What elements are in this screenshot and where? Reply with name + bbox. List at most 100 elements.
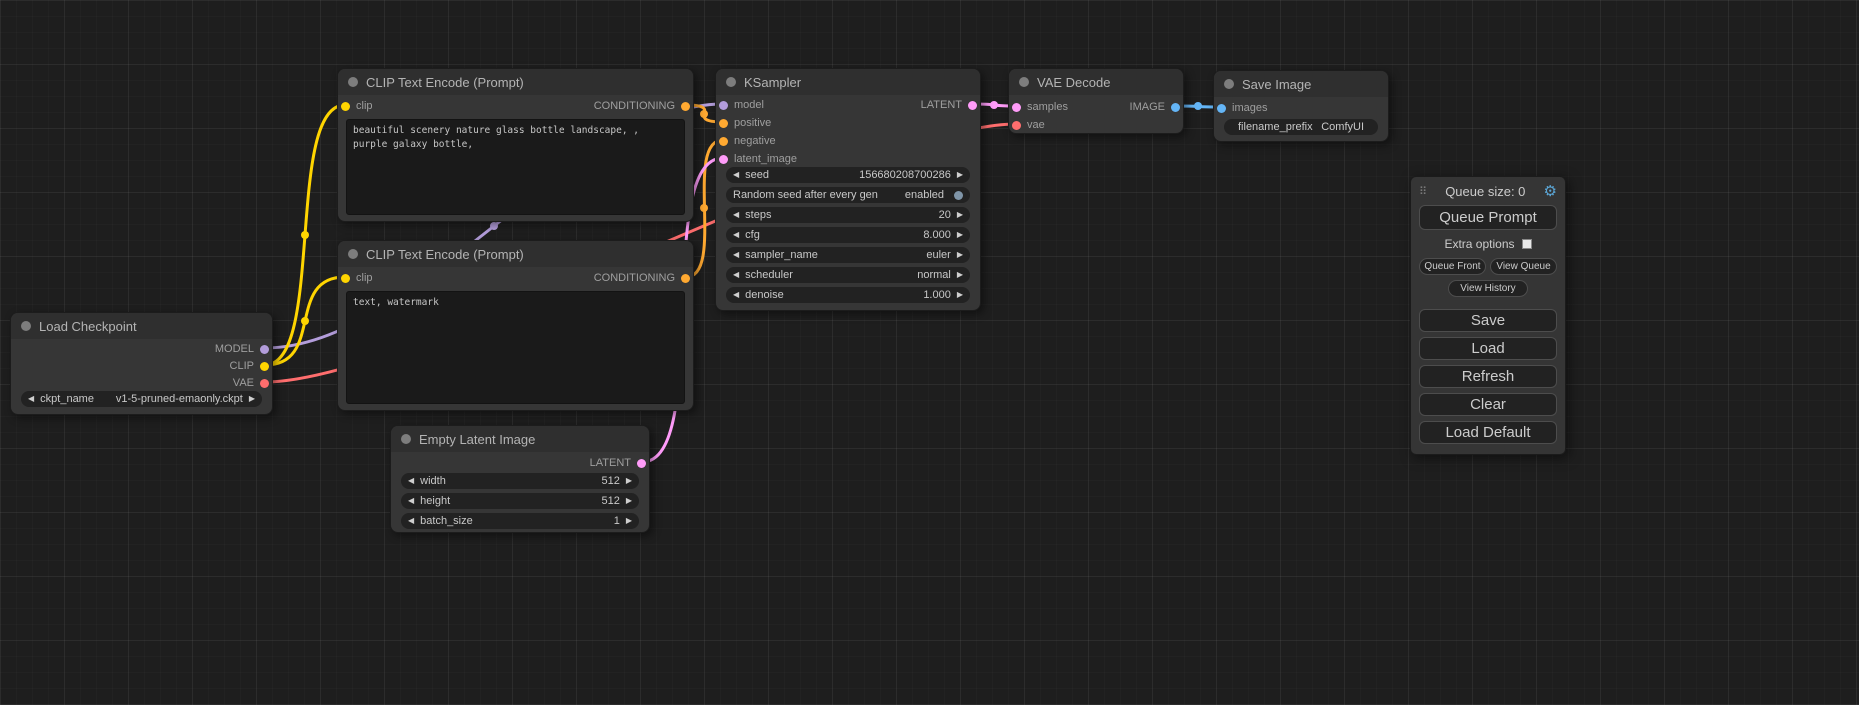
- port-label: MODEL: [215, 343, 254, 355]
- increment-arrow-icon[interactable]: ▶: [957, 231, 963, 239]
- drag-handle-icon[interactable]: ⠿: [1419, 185, 1427, 198]
- conditioning-port-dot-icon[interactable]: [719, 137, 728, 146]
- width-widget[interactable]: ◀ width 512 ▶: [401, 473, 639, 489]
- collapse-dot-icon[interactable]: [1224, 79, 1234, 89]
- model-port-dot-icon[interactable]: [260, 345, 269, 354]
- clip-port-dot-icon[interactable]: [260, 362, 269, 371]
- batch-size-widget[interactable]: ◀ batch_size 1 ▶: [401, 513, 639, 529]
- increment-arrow-icon[interactable]: ▶: [626, 477, 632, 485]
- node-clip-text-encode-positive[interactable]: CLIP Text Encode (Prompt) clip CONDITION…: [337, 68, 694, 222]
- load-default-button[interactable]: Load Default: [1419, 421, 1557, 444]
- next-option-arrow-icon[interactable]: ▶: [957, 251, 963, 259]
- collapse-dot-icon[interactable]: [348, 77, 358, 87]
- node-title: KSampler: [744, 75, 801, 90]
- node-empty-latent-image[interactable]: Empty Latent Image LATENT ◀ width 512 ▶ …: [390, 425, 650, 533]
- widget-label: batch_size: [420, 515, 473, 527]
- conditioning-port-dot-icon[interactable]: [681, 274, 690, 283]
- decrement-arrow-icon[interactable]: ◀: [408, 497, 414, 505]
- view-history-button[interactable]: View History: [1448, 280, 1528, 297]
- scheduler-widget[interactable]: ◀ scheduler normal ▶: [726, 267, 970, 283]
- link-midpoint-dot: [700, 110, 708, 118]
- queue-prompt-button[interactable]: Queue Prompt: [1419, 205, 1557, 230]
- decrement-arrow-icon[interactable]: ◀: [408, 517, 414, 525]
- settings-gear-icon[interactable]: ⚙: [1544, 184, 1557, 199]
- node-title-bar[interactable]: Empty Latent Image: [391, 426, 649, 452]
- save-button[interactable]: Save: [1419, 309, 1557, 332]
- widget-value: 512: [601, 475, 619, 487]
- decrement-arrow-icon[interactable]: ◀: [408, 477, 414, 485]
- node-title-bar[interactable]: Save Image: [1214, 71, 1388, 97]
- collapse-dot-icon[interactable]: [348, 249, 358, 259]
- link-midpoint-dot: [301, 231, 309, 239]
- extra-options-checkbox[interactable]: [1522, 239, 1532, 249]
- conditioning-port-dot-icon[interactable]: [681, 102, 690, 111]
- graph-canvas[interactable]: { "icons": { "arrow_left": "◀", "arrow_r…: [0, 0, 1859, 705]
- collapse-dot-icon[interactable]: [726, 77, 736, 87]
- node-clip-text-encode-negative[interactable]: CLIP Text Encode (Prompt) clip CONDITION…: [337, 240, 694, 411]
- filename-prefix-widget[interactable]: filename_prefix ComfyUI: [1224, 119, 1378, 135]
- widget-label: steps: [745, 209, 771, 221]
- latent-port-dot-icon[interactable]: [968, 101, 977, 110]
- node-title-bar[interactable]: CLIP Text Encode (Prompt): [338, 241, 693, 267]
- node-load-checkpoint[interactable]: Load Checkpoint MODEL CLIP VAE ◀ ckpt_na…: [10, 312, 273, 415]
- node-ksampler[interactable]: KSampler model LATENT positive negative …: [715, 68, 981, 311]
- cfg-widget[interactable]: ◀ cfg 8.000 ▶: [726, 227, 970, 243]
- next-option-arrow-icon[interactable]: ▶: [957, 271, 963, 279]
- increment-arrow-icon[interactable]: ▶: [626, 497, 632, 505]
- latent-port-dot-icon[interactable]: [637, 459, 646, 468]
- node-save-image[interactable]: Save Image images filename_prefix ComfyU…: [1213, 70, 1389, 142]
- positive-prompt-textarea[interactable]: beautiful scenery nature glass bottle la…: [346, 119, 685, 215]
- widget-value: ComfyUI: [1321, 121, 1364, 133]
- vae-port-dot-icon[interactable]: [1012, 121, 1021, 130]
- collapse-dot-icon[interactable]: [401, 434, 411, 444]
- model-port-dot-icon[interactable]: [719, 101, 728, 110]
- latent-port-dot-icon[interactable]: [1012, 103, 1021, 112]
- decrement-arrow-icon[interactable]: ◀: [733, 211, 739, 219]
- node-vae-decode[interactable]: VAE Decode samples IMAGE vae: [1008, 68, 1184, 134]
- image-port-dot-icon[interactable]: [1171, 103, 1180, 112]
- port-label: LATENT: [590, 457, 631, 469]
- toggle-dot-icon[interactable]: [954, 191, 963, 200]
- seed-widget[interactable]: ◀ seed 156680208700286 ▶: [726, 167, 970, 183]
- node-title: Save Image: [1242, 77, 1311, 92]
- prev-option-arrow-icon[interactable]: ◀: [28, 395, 34, 403]
- negative-prompt-textarea[interactable]: text, watermark: [346, 291, 685, 404]
- node-title-bar[interactable]: KSampler: [716, 69, 980, 95]
- next-option-arrow-icon[interactable]: ▶: [249, 395, 255, 403]
- decrement-arrow-icon[interactable]: ◀: [733, 231, 739, 239]
- random-seed-toggle-widget[interactable]: Random seed after every gen enabled: [726, 187, 970, 203]
- port-latent-image-input: latent_image: [719, 152, 797, 166]
- vae-port-dot-icon[interactable]: [260, 379, 269, 388]
- decrement-arrow-icon[interactable]: ◀: [733, 291, 739, 299]
- clip-port-dot-icon[interactable]: [341, 102, 350, 111]
- queue-front-button[interactable]: Queue Front: [1419, 258, 1486, 275]
- clear-button[interactable]: Clear: [1419, 393, 1557, 416]
- increment-arrow-icon[interactable]: ▶: [957, 291, 963, 299]
- load-button[interactable]: Load: [1419, 337, 1557, 360]
- node-title-bar[interactable]: CLIP Text Encode (Prompt): [338, 69, 693, 95]
- refresh-button[interactable]: Refresh: [1419, 365, 1557, 388]
- link-midpoint-dot: [1194, 102, 1202, 110]
- collapse-dot-icon[interactable]: [1019, 77, 1029, 87]
- steps-widget[interactable]: ◀ steps 20 ▶: [726, 207, 970, 223]
- image-port-dot-icon[interactable]: [1217, 104, 1226, 113]
- latent-port-dot-icon[interactable]: [719, 155, 728, 164]
- denoise-widget[interactable]: ◀ denoise 1.000 ▶: [726, 287, 970, 303]
- height-widget[interactable]: ◀ height 512 ▶: [401, 493, 639, 509]
- node-title-bar[interactable]: Load Checkpoint: [11, 313, 272, 339]
- increment-arrow-icon[interactable]: ▶: [957, 211, 963, 219]
- prev-option-arrow-icon[interactable]: ◀: [733, 251, 739, 259]
- queue-buttons-row: Queue Front View Queue: [1419, 258, 1557, 275]
- collapse-dot-icon[interactable]: [21, 321, 31, 331]
- ckpt-name-widget[interactable]: ◀ ckpt_name v1-5-pruned-emaonly.ckpt ▶: [21, 391, 262, 407]
- view-queue-button[interactable]: View Queue: [1490, 258, 1557, 275]
- clip-port-dot-icon[interactable]: [341, 274, 350, 283]
- increment-arrow-icon[interactable]: ▶: [957, 171, 963, 179]
- increment-arrow-icon[interactable]: ▶: [626, 517, 632, 525]
- prev-option-arrow-icon[interactable]: ◀: [733, 271, 739, 279]
- conditioning-port-dot-icon[interactable]: [719, 119, 728, 128]
- port-label: LATENT: [921, 99, 962, 111]
- sampler-name-widget[interactable]: ◀ sampler_name euler ▶: [726, 247, 970, 263]
- decrement-arrow-icon[interactable]: ◀: [733, 171, 739, 179]
- node-title-bar[interactable]: VAE Decode: [1009, 69, 1183, 95]
